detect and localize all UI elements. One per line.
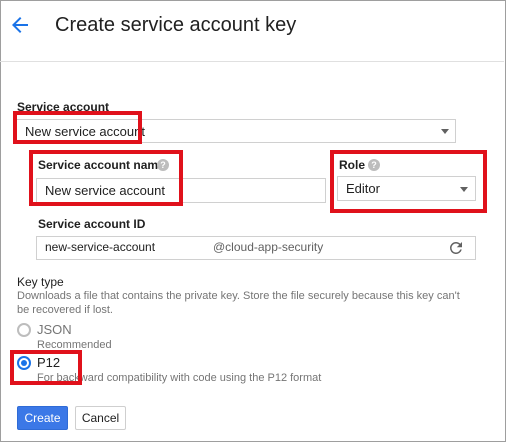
chevron-down-icon bbox=[441, 129, 449, 134]
page-title: Create service account key bbox=[55, 14, 297, 36]
radio-json[interactable] bbox=[17, 323, 31, 337]
service-account-id-value: new-service-account bbox=[45, 240, 156, 254]
highlight-role bbox=[330, 150, 487, 213]
highlight-p12 bbox=[10, 350, 82, 385]
header: Create service account key bbox=[0, 0, 504, 62]
option-json-label: JSON bbox=[37, 322, 72, 337]
service-account-id-suffix: @cloud-app-security bbox=[213, 240, 324, 254]
create-button[interactable]: Create bbox=[17, 406, 68, 430]
highlight-service-account-name bbox=[29, 150, 183, 206]
key-type-description-1: Downloads a file that contains the priva… bbox=[17, 290, 460, 302]
highlight-service-account bbox=[13, 111, 142, 144]
service-account-id-field[interactable]: new-service-account @cloud-app-security bbox=[36, 236, 476, 260]
arrow-left-icon[interactable] bbox=[8, 13, 32, 37]
service-account-id-label: Service account ID bbox=[38, 217, 146, 231]
key-type-description-2: be recovered if lost. bbox=[17, 304, 113, 316]
key-type-label: Key type bbox=[17, 275, 64, 289]
cancel-button[interactable]: Cancel bbox=[75, 406, 126, 430]
refresh-icon[interactable] bbox=[447, 239, 465, 257]
